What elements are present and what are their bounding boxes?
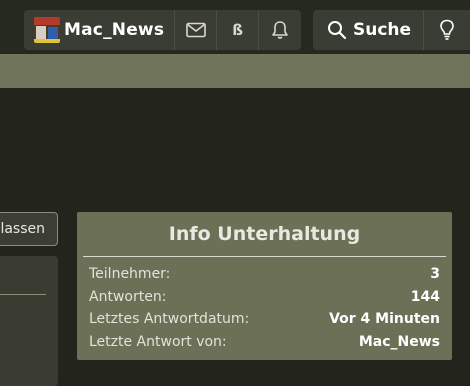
bell-icon	[272, 21, 288, 39]
info-key: Letzte Antwort von:	[89, 333, 227, 350]
info-key: Letztes Antwortdatum:	[89, 311, 250, 328]
top-navigation-bar: Mac_News ß Suche	[0, 0, 470, 54]
info-key: Antworten:	[89, 288, 167, 305]
info-value: 144	[410, 288, 440, 305]
beta-button[interactable]: ß	[217, 10, 260, 50]
info-row-replies: Antworten: 144	[89, 286, 440, 309]
left-action-label: lassen	[0, 221, 45, 237]
style-toggle-button[interactable]	[424, 10, 470, 50]
user-nav-group: Mac_News ß	[24, 10, 301, 50]
info-row-participants: Teilnehmer: 3	[89, 263, 440, 286]
avatar	[34, 17, 60, 43]
info-key: Teilnehmer:	[89, 266, 171, 283]
username-label: Mac_News	[64, 20, 165, 40]
search-button[interactable]: Suche	[313, 10, 425, 50]
info-value: 3	[430, 266, 440, 283]
conversation-info-card: Info Unterhaltung Teilnehmer: 3 Antworte…	[77, 212, 452, 360]
left-action-button[interactable]: lassen	[0, 212, 58, 246]
envelope-icon	[185, 22, 206, 38]
inbox-button[interactable]	[175, 10, 218, 50]
search-icon	[328, 21, 347, 40]
last-reply-user-link[interactable]: Mac_News	[359, 334, 440, 350]
info-value: Vor 4 Minuten	[329, 311, 440, 328]
beta-icon: ß	[232, 21, 243, 39]
info-row-last-reply-date: Letztes Antwortdatum: Vor 4 Minuten	[89, 308, 440, 331]
info-title: Info Unterhaltung	[83, 212, 446, 257]
info-row-last-reply-by: Letzte Antwort von: Mac_News	[89, 331, 440, 354]
divider	[0, 294, 46, 295]
secondary-nav-bar	[0, 54, 470, 88]
lightbulb-icon	[440, 19, 454, 40]
info-list: Teilnehmer: 3 Antworten: 144 Letztes Ant…	[77, 257, 452, 353]
user-menu-button[interactable]: Mac_News	[24, 10, 176, 50]
search-label: Suche	[353, 20, 412, 40]
left-panel	[0, 256, 58, 386]
search-nav-group: Suche	[313, 10, 470, 50]
alerts-button[interactable]	[259, 10, 301, 50]
